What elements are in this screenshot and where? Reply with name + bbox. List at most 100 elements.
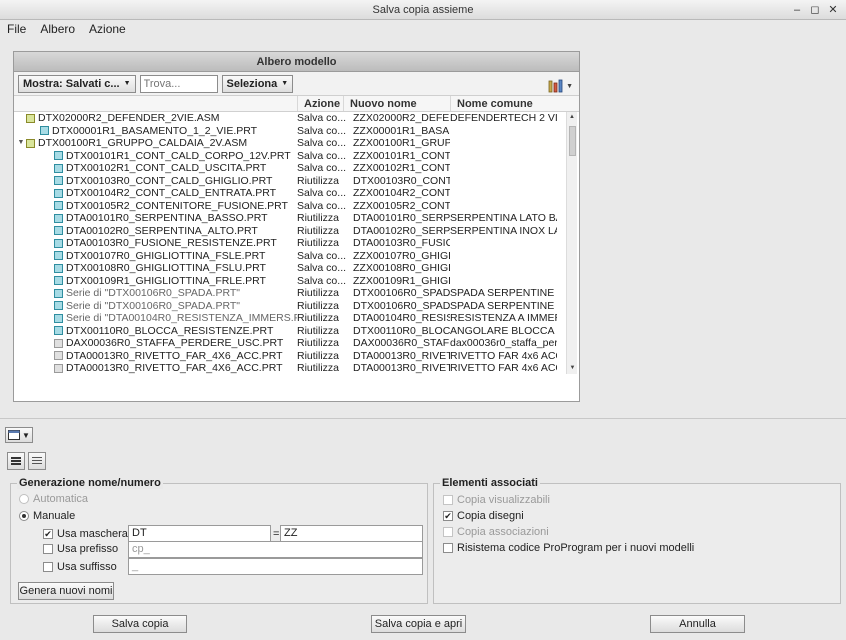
- list-view-detailed-button[interactable]: [7, 452, 25, 470]
- automatic-radio[interactable]: Automatica: [19, 493, 88, 505]
- copy-drawings-checkbox[interactable]: ✔ Copia disegni: [443, 510, 524, 522]
- tree-row[interactable]: Serie di "DTX00106R0_SPADA.PRT" Riutilizz…: [14, 300, 579, 313]
- tree-row[interactable]: DTX00108R0_GHIGLIOTTINA_FSLU.PRT Salva co…: [14, 262, 579, 275]
- use-mask-checkbox[interactable]: ✔ Usa maschera: [43, 528, 128, 540]
- expand-toggle-icon[interactable]: ▼: [16, 137, 26, 150]
- column-header-name[interactable]: [14, 96, 297, 111]
- tree-row-common-name[interactable]: SERPENTINA INOX LAT...: [450, 225, 557, 238]
- tree-row-new-name[interactable]: DTX00110R0_BLOCC...: [353, 325, 450, 338]
- tree-row-new-name[interactable]: DTA00102R0_SERP...: [353, 225, 450, 238]
- scroll-thumb[interactable]: [569, 126, 576, 156]
- scroll-down-icon[interactable]: ▼: [567, 363, 578, 374]
- tree-row-common-name[interactable]: RESISTENZA A IMMER...: [450, 312, 557, 325]
- save-copy-and-open-button[interactable]: Salva copia e apri: [371, 615, 466, 633]
- tree-row[interactable]: DAX00036R0_STAFFA_PERDERE_USC.PRT Riutili…: [14, 337, 579, 350]
- tree-row-action[interactable]: Riutilizza: [297, 212, 353, 225]
- tree-row-common-name[interactable]: SPADA SERPENTINE: [450, 300, 557, 313]
- tree-vertical-scrollbar[interactable]: ▲ ▼: [566, 112, 577, 374]
- menu-albero[interactable]: Albero: [40, 20, 75, 38]
- tree-row[interactable]: Serie di "DTX00106R0_SPADA.PRT" Riutilizz…: [14, 287, 579, 300]
- close-icon[interactable]: ✕: [824, 0, 842, 20]
- tree-row-action[interactable]: Riutilizza: [297, 312, 353, 325]
- tree-row-common-name[interactable]: [450, 187, 557, 200]
- tree-row-action[interactable]: Riutilizza: [297, 287, 353, 300]
- show-dropdown[interactable]: Mostra: Salvati c... ▼: [18, 74, 136, 93]
- select-dropdown[interactable]: Seleziona ▼: [221, 74, 294, 93]
- tree-row-action[interactable]: Salva co...: [297, 125, 353, 138]
- tree-row-new-name[interactable]: ZZX00107R0_GHIGLI...: [353, 250, 450, 263]
- scroll-up-icon[interactable]: ▲: [567, 112, 577, 123]
- tree-row-common-name[interactable]: [450, 162, 557, 175]
- tree-row-action[interactable]: Riutilizza: [297, 237, 353, 250]
- tree-row-action[interactable]: Salva co...: [297, 262, 353, 275]
- tree-row[interactable]: DTA00101R0_SERPENTINA_BASSO.PRT Riutilizz…: [14, 212, 579, 225]
- tree-row-action[interactable]: Riutilizza: [297, 225, 353, 238]
- tree-row-new-name[interactable]: ZZX00109R1_GHIGLI...: [353, 275, 450, 288]
- tree-row[interactable]: DTX00109R1_GHIGLIOTTINA_FRLE.PRT Salva co…: [14, 275, 579, 288]
- mask-from-input[interactable]: DT: [128, 525, 271, 542]
- copy-associations-checkbox[interactable]: Copia associazioni: [443, 526, 549, 538]
- tree-row-new-name[interactable]: DTA00013R0_RIVETT...: [353, 362, 450, 374]
- tree-row[interactable]: DTX00107R0_GHIGLIOTTINA_FSLE.PRT Salva co…: [14, 250, 579, 263]
- tree-row-common-name[interactable]: [450, 125, 557, 138]
- tree-row-common-name[interactable]: [450, 137, 557, 150]
- tree-row-action[interactable]: Riutilizza: [297, 300, 353, 313]
- prefix-input[interactable]: cp_: [128, 541, 423, 558]
- tree-row-action[interactable]: Riutilizza: [297, 175, 353, 188]
- column-header-new-name[interactable]: Nuovo nome: [343, 96, 450, 111]
- tree-row-common-name[interactable]: [450, 200, 557, 213]
- tree-row[interactable]: DTX00104R2_CONT_CALD_ENTRATA.PRT Salva co…: [14, 187, 579, 200]
- resystem-code-checkbox[interactable]: Risistema codice ProProgram per i nuovi …: [443, 542, 694, 554]
- tree-row[interactable]: DTX00103R0_CONT_CALD_GHIGLIO.PRT Riutiliz…: [14, 175, 579, 188]
- tree-row-new-name[interactable]: DTX00103R0_CONT_...: [353, 175, 450, 188]
- tree-row-new-name[interactable]: ZZX00001R1_BASAM...: [353, 125, 450, 138]
- tree-row-action[interactable]: Salva co...: [297, 112, 353, 125]
- generate-new-names-button[interactable]: Genera nuovi nomi: [18, 582, 114, 600]
- tree-row[interactable]: DTX00105R2_CONTENITORE_FUSIONE.PRT Salva …: [14, 200, 579, 213]
- tree-row[interactable]: DTA00102R0_SERPENTINA_ALTO.PRT Riutilizza…: [14, 225, 579, 238]
- tree-row-action[interactable]: Riutilizza: [297, 325, 353, 338]
- tree-row-new-name[interactable]: ZZX00105R2_CONTE...: [353, 200, 450, 213]
- tree-row-new-name[interactable]: DTA00013R0_RIVETT...: [353, 350, 450, 363]
- tree-row-common-name[interactable]: RIVETTO FAR 4x6 ACCI...: [450, 362, 557, 374]
- tree-row-common-name[interactable]: [450, 262, 557, 275]
- suffix-input[interactable]: _: [128, 558, 423, 575]
- column-header-common-name[interactable]: Nome comune: [450, 96, 557, 111]
- minimize-icon[interactable]: –: [788, 0, 806, 20]
- tree-row-new-name[interactable]: DTA00101R0_SERP...: [353, 212, 450, 225]
- tree-row[interactable]: DTA00013R0_RIVETTO_FAR_4X6_ACC.PRT Riutil…: [14, 362, 579, 374]
- tree-row-common-name[interactable]: [450, 275, 557, 288]
- tree-row-common-name[interactable]: RIVETTO FAR 4x6 ACCI...: [450, 350, 557, 363]
- layout-dropdown-button[interactable]: ▼: [5, 427, 33, 443]
- tree-row-common-name[interactable]: SPADA SERPENTINE: [450, 287, 557, 300]
- tree-row-common-name[interactable]: [450, 150, 557, 163]
- cancel-button[interactable]: Annulla: [650, 615, 745, 633]
- use-prefix-checkbox[interactable]: Usa prefisso: [43, 543, 118, 555]
- tree-row[interactable]: DTX00101R1_CONT_CALD_CORPO_12V.PRT Salva …: [14, 150, 579, 163]
- tree-row-new-name[interactable]: DAX00036R0_STAFF...: [353, 337, 450, 350]
- tree-row-new-name[interactable]: DTX00106R0_SPADA: [353, 287, 450, 300]
- tree-row[interactable]: DTA00103R0_FUSIONE_RESISTENZE.PRT Riutili…: [14, 237, 579, 250]
- tree-row-common-name[interactable]: ANGOLARE BLOCCA R...: [450, 325, 557, 338]
- maximize-icon[interactable]: ◻: [806, 0, 824, 20]
- tree-row-common-name[interactable]: [450, 237, 557, 250]
- tree-row-action[interactable]: Salva co...: [297, 200, 353, 213]
- tree-row[interactable]: DTA00013R0_RIVETTO_FAR_4X6_ACC.PRT Riutil…: [14, 350, 579, 363]
- tree-row-common-name[interactable]: DEFENDERTECH 2 VIE: [450, 112, 557, 125]
- tree-row[interactable]: DTX00110R0_BLOCCA_RESISTENZE.PRT Riutiliz…: [14, 325, 579, 338]
- copy-visualizable-checkbox[interactable]: Copia visualizzabili: [443, 494, 550, 506]
- tree-row-new-name[interactable]: ZZX00101R1_CONT_...: [353, 150, 450, 163]
- find-input[interactable]: [139, 74, 218, 93]
- tree-row-new-name[interactable]: ZZX00108R0_GHIGLI...: [353, 262, 450, 275]
- tree-row-action[interactable]: Salva co...: [297, 162, 353, 175]
- tree-row[interactable]: DTX00102R1_CONT_CALD_USCITA.PRT Salva co.…: [14, 162, 579, 175]
- tree-row-action[interactable]: Riutilizza: [297, 362, 353, 374]
- mask-to-input[interactable]: ZZ: [280, 525, 423, 542]
- menu-azione[interactable]: Azione: [89, 20, 126, 38]
- tree-row-common-name[interactable]: [450, 175, 557, 188]
- tree-row-action[interactable]: Salva co...: [297, 150, 353, 163]
- column-header-action[interactable]: Azione: [297, 96, 343, 111]
- tree-row-action[interactable]: Salva co...: [297, 275, 353, 288]
- tree-row-common-name[interactable]: SERPENTINA LATO BA...: [450, 212, 557, 225]
- tree-settings-button[interactable]: ▼: [548, 76, 573, 96]
